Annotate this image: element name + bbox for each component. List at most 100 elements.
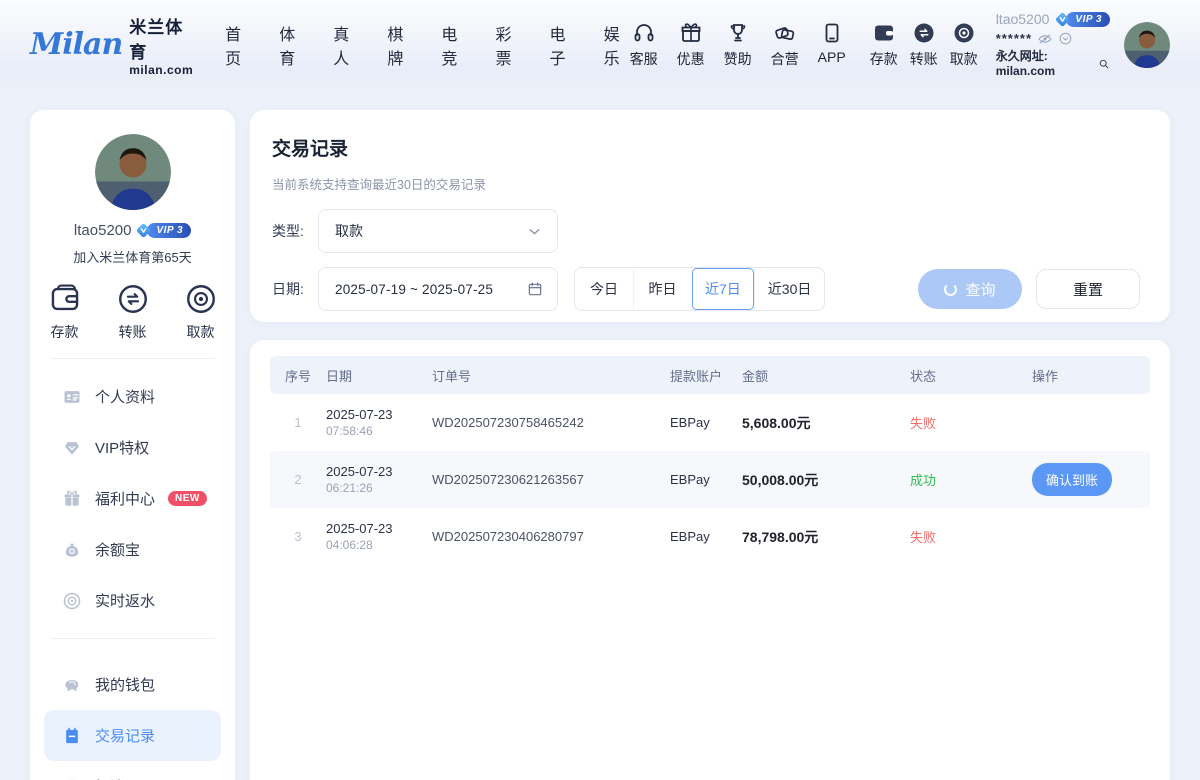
masked-balance: ****** (996, 31, 1032, 47)
status-badge: 失败 (910, 527, 1032, 546)
main-nav: 首页 体育 真人 棋牌 电竞 彩票 电子 娱乐 (225, 21, 630, 69)
wallet-icon (48, 282, 82, 316)
new-badge: NEW (168, 491, 207, 506)
col-date: 日期 (326, 366, 432, 385)
avatar-image (95, 134, 171, 210)
sidebar-deposit-button[interactable]: 存款 (48, 282, 82, 342)
wallet-icon (872, 21, 896, 45)
col-action: 操作 (1032, 366, 1150, 385)
transfer-icon (116, 282, 150, 316)
deposit-button[interactable]: 存款 (870, 21, 898, 69)
sponsor-button[interactable]: 赞助 (724, 21, 752, 69)
rebate-icon (62, 591, 82, 611)
user-info-block: ltao5200 VIP 3 ****** 永久网址: milan.com (996, 11, 1110, 79)
sidebar-item-rebate[interactable]: 实时返水 (44, 575, 221, 626)
headset-icon (632, 21, 656, 45)
row-account: EBPay (670, 472, 742, 487)
vip-diamond-icon (135, 222, 152, 239)
avatar-image (1124, 22, 1170, 68)
brand-name-cn: 米兰体育 (129, 13, 193, 63)
page-subtitle: 当前系统支持查询最近30日的交易记录 (272, 174, 1140, 193)
refresh-balance-icon[interactable] (1058, 31, 1073, 46)
sidebar-quick-actions: 存款 转账 取款 (48, 282, 218, 342)
sidebar-vip-badge[interactable]: VIP 3 (135, 222, 191, 239)
status-badge: 成功 (910, 470, 1032, 489)
page: Milan 米兰体育 milan.com 首页 体育 真人 棋牌 电竞 彩票 电… (0, 0, 1200, 780)
col-amount: 金额 (742, 366, 910, 385)
table-header-row: 序号 日期 订单号 提款账户 金额 状态 操作 (270, 356, 1150, 394)
records-table-card: 序号 日期 订单号 提款账户 金额 状态 操作 1 2025-07-23 07:… (250, 340, 1170, 780)
sidebar-avatar[interactable] (95, 134, 171, 210)
row-account: EBPay (670, 415, 742, 430)
nav-live[interactable]: 真人 (333, 21, 359, 69)
sidebar-transfer-button[interactable]: 转账 (116, 282, 150, 342)
vip-badge[interactable]: VIP 3 (1054, 11, 1110, 28)
nav-cards[interactable]: 棋牌 (387, 21, 413, 69)
brand-logo-script: Milan (30, 30, 122, 60)
sidebar-item-transactions[interactable]: 交易记录 (44, 710, 221, 761)
transfer-icon (912, 21, 936, 45)
row-amount: 5,608.00元 (742, 413, 910, 433)
confirm-receipt-button[interactable]: 确认到账 (1032, 463, 1112, 496)
type-filter-row: 类型: 取款 (272, 209, 1140, 253)
reset-button[interactable]: 重置 (1036, 269, 1140, 309)
loading-spinner-icon (944, 283, 957, 296)
type-label: 类型: (272, 221, 318, 241)
trophy-icon (726, 21, 750, 45)
sidebar-item-bet-records[interactable]: 投注记录 (44, 761, 221, 780)
sidebar-item-vip[interactable]: VIP特权 (44, 422, 221, 473)
joined-days-text: 加入米兰体育第65天 (73, 247, 191, 266)
header-avatar[interactable] (1124, 22, 1170, 68)
row-date: 2025-07-23 (326, 520, 432, 538)
eye-off-icon[interactable] (1037, 31, 1053, 47)
page-title: 交易记录 (272, 134, 1140, 161)
nav-lottery[interactable]: 彩票 (495, 21, 521, 69)
promotions-button[interactable]: 优惠 (677, 21, 705, 69)
main-content: 交易记录 当前系统支持查询最近30日的交易记录 类型: 取款 日期: 2025-… (250, 110, 1170, 780)
sidebar-menu-account: 个人资料 VIP特权 福利中心 NEW 余额宝 实时返水 (30, 359, 235, 636)
gift-icon (679, 21, 703, 45)
row-time: 07:58:46 (326, 423, 432, 439)
nav-home[interactable]: 首页 (225, 21, 251, 69)
range-30days-button[interactable]: 近30日 (754, 268, 825, 310)
query-button[interactable]: 查询 (918, 269, 1022, 309)
nav-entertainment[interactable]: 娱乐 (604, 21, 630, 69)
transfer-button[interactable]: 转账 (910, 21, 938, 69)
sidebar-username: ltao5200 (74, 222, 132, 239)
range-today-button[interactable]: 今日 (575, 268, 633, 310)
date-label: 日期: (272, 279, 318, 299)
magnifier-icon[interactable] (1098, 57, 1110, 71)
status-badge: 失败 (910, 413, 1032, 432)
affiliate-button[interactable]: 合营 (771, 21, 799, 69)
sidebar-item-yuebao[interactable]: 余额宝 (44, 524, 221, 575)
row-order-number: WD202507230621263567 (432, 472, 670, 487)
transaction-record-icon (62, 726, 82, 746)
sidebar-item-wallet[interactable]: 我的钱包 (44, 659, 221, 710)
date-range-input[interactable]: 2025-07-19 ~ 2025-07-25 (318, 267, 558, 311)
range-yesterday-button[interactable]: 昨日 (633, 268, 691, 310)
type-select[interactable]: 取款 (318, 209, 558, 253)
nav-slots[interactable]: 电子 (550, 21, 576, 69)
username[interactable]: ltao5200 (996, 11, 1050, 29)
sidebar-item-profile[interactable]: 个人资料 (44, 371, 221, 422)
withdraw-button[interactable]: 取款 (950, 21, 978, 69)
profile-sidebar: ltao5200 VIP 3 加入米兰体育第65天 存款 转账 取款 (30, 110, 235, 780)
sidebar-item-welfare[interactable]: 福利中心 NEW (44, 473, 221, 524)
brand-logo[interactable]: Milan 米兰体育 milan.com (30, 13, 193, 77)
customer-service-button[interactable]: 客服 (630, 21, 658, 69)
header-service-actions: 客服 优惠 赞助 合营 APP (630, 21, 846, 69)
range-7days-button[interactable]: 近7日 (691, 268, 754, 310)
col-account: 提款账户 (670, 366, 742, 385)
sidebar-withdraw-button[interactable]: 取款 (184, 282, 218, 342)
nav-esports[interactable]: 电竞 (441, 21, 467, 69)
row-date: 2025-07-23 (326, 463, 432, 481)
chevron-down-icon (526, 223, 543, 240)
top-header: Milan 米兰体育 milan.com 首页 体育 真人 棋牌 电竞 彩票 电… (0, 0, 1200, 90)
piggy-bank-icon (62, 675, 82, 695)
app-download-button[interactable]: APP (818, 21, 846, 69)
filter-card: 交易记录 当前系统支持查询最近30日的交易记录 类型: 取款 日期: 2025-… (250, 110, 1170, 322)
nav-sports[interactable]: 体育 (279, 21, 305, 69)
row-amount: 78,798.00元 (742, 527, 910, 547)
partner-icon (773, 21, 797, 45)
row-order-number: WD202507230758465242 (432, 415, 670, 430)
